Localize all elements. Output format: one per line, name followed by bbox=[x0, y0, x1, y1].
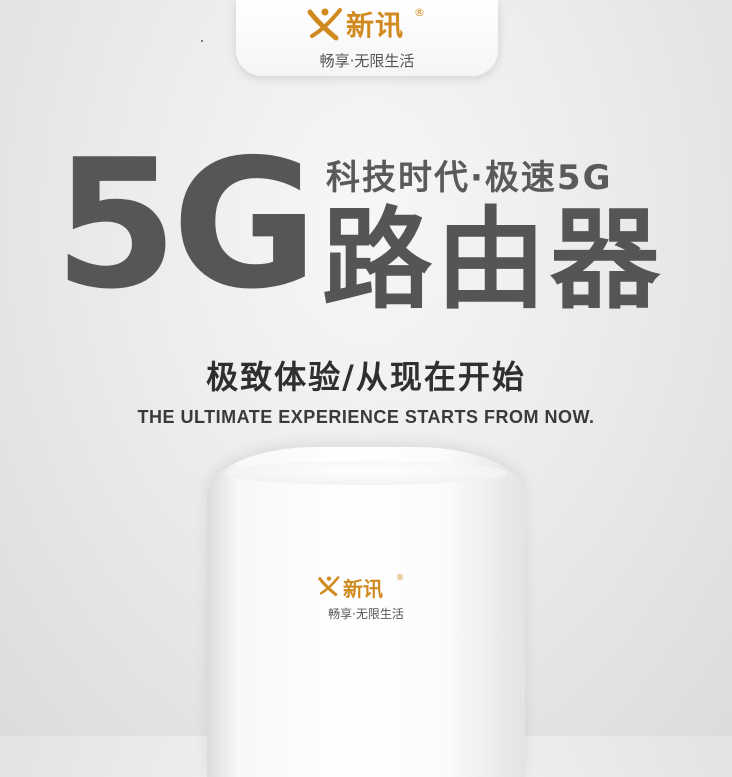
subtitle-chinese: 极致体验/从现在开始 bbox=[206, 358, 526, 396]
device-logo-icon bbox=[318, 576, 340, 597]
dust-speck bbox=[201, 40, 203, 42]
router-device: 新讯 ® 畅享·无限生活 bbox=[207, 447, 525, 777]
device-registered-mark: ® bbox=[396, 573, 404, 582]
brand-badge: 新讯 ® 畅享·无限生活 bbox=[236, 0, 498, 76]
subtitle-english: THE ULTIMATE EXPERIENCE STARTS FROM NOW. bbox=[137, 407, 595, 427]
brand-name: 新讯 bbox=[346, 9, 405, 42]
router-top-cap bbox=[225, 461, 507, 485]
device-slogan: 畅享·无限生活 bbox=[328, 607, 404, 621]
registered-mark: ® bbox=[414, 6, 425, 19]
product-title: 路由器 bbox=[322, 196, 664, 324]
headline-tagline: 科技时代·极速5G bbox=[326, 158, 613, 198]
device-brand-name: 新讯 bbox=[343, 577, 383, 601]
headline-5g: 5G bbox=[54, 121, 318, 328]
brand-slogan: 畅享·无限生活 bbox=[319, 52, 415, 70]
brand-logo-icon bbox=[307, 8, 342, 41]
